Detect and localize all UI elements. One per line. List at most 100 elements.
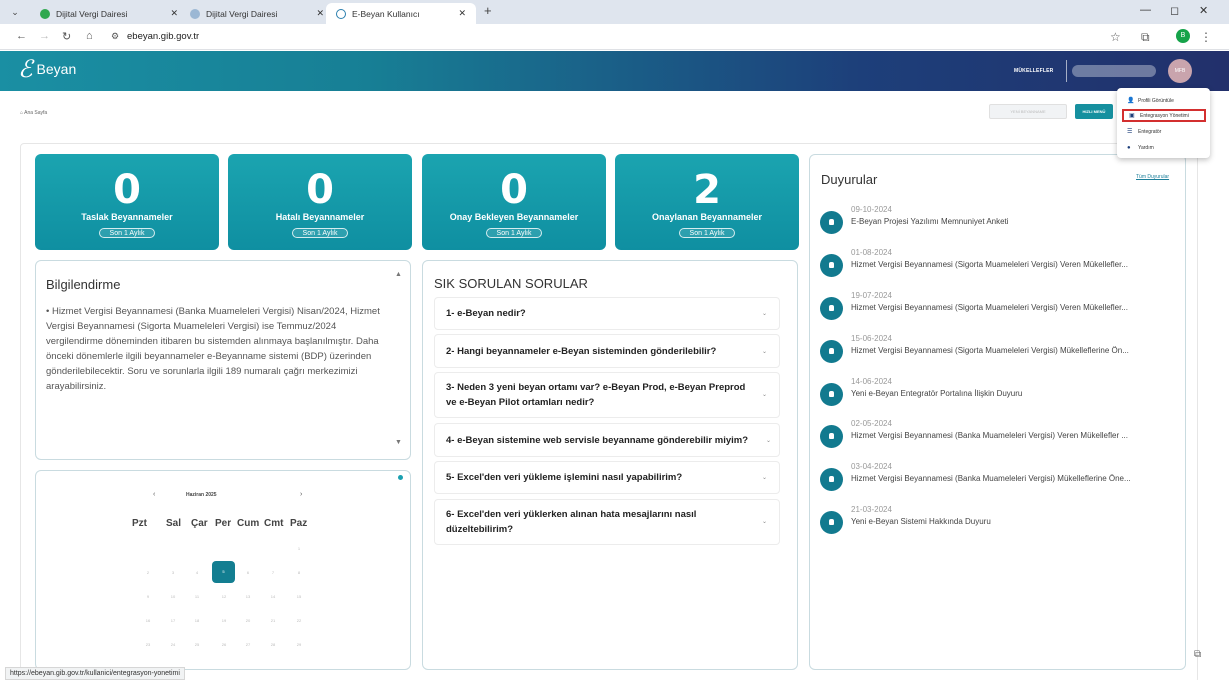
extensions-icon[interactable]: ⧉ bbox=[1141, 30, 1150, 45]
calendar-day[interactable]: 1 bbox=[292, 546, 306, 551]
user-avatar[interactable]: MFB bbox=[1168, 59, 1192, 83]
breadcrumb[interactable]: ⌂ Ana Sayfa bbox=[20, 110, 47, 116]
announcement-item[interactable]: 01-08-2024 Hizmet Vergisi Beyannamesi (S… bbox=[820, 248, 1170, 284]
close-tab-icon[interactable]: ✕ bbox=[458, 8, 466, 19]
calendar-day[interactable]: 29 bbox=[292, 642, 306, 647]
announcement-title[interactable]: Hizmet Vergisi Beyannamesi (Banka Muamel… bbox=[851, 431, 1128, 440]
announcement-item[interactable]: 14-06-2024 Yeni e-Beyan Entegratör Porta… bbox=[820, 377, 1170, 413]
announcement-item[interactable]: 19-07-2024 Hizmet Vergisi Beyannamesi (S… bbox=[820, 291, 1170, 327]
expand-chevron-icon[interactable]: ⌄ bbox=[762, 310, 767, 317]
announcement-title[interactable]: Yeni e-Beyan Entegratör Portalına İlişki… bbox=[851, 389, 1022, 398]
calendar-day[interactable]: 12 bbox=[217, 594, 231, 599]
browser-tab-3[interactable]: E-Beyan Kullanıcı ✕ bbox=[326, 3, 476, 24]
calendar-day[interactable]: 14 bbox=[266, 594, 280, 599]
stat-card-onay-bekleyen[interactable]: 0 Onay Bekleyen Beyannameler Son 1 Aylık bbox=[422, 154, 606, 250]
calendar-day[interactable]: 9 bbox=[141, 594, 155, 599]
site-info-icon[interactable]: ⚙ bbox=[111, 31, 119, 42]
announcement-item[interactable]: 02-05-2024 Hizmet Vergisi Beyannamesi (B… bbox=[820, 419, 1170, 455]
announcement-title[interactable]: Hizmet Vergisi Beyannamesi (Sigorta Muam… bbox=[851, 260, 1128, 269]
faq-item-6[interactable]: 6- Excel'den veri yüklerken alınan hata … bbox=[434, 499, 780, 545]
stat-card-taslak[interactable]: 0 Taslak Beyannameler Son 1 Aylık bbox=[35, 154, 219, 250]
calendar-day[interactable]: 7 bbox=[266, 570, 280, 575]
announcement-title[interactable]: Hizmet Vergisi Beyannamesi (Banka Muamel… bbox=[851, 474, 1131, 483]
calendar-day[interactable]: 28 bbox=[266, 642, 280, 647]
calendar-day[interactable]: 8 bbox=[292, 570, 306, 575]
announcement-item[interactable]: 21-03-2024 Yeni e-Beyan Sistemi Hakkında… bbox=[820, 505, 1170, 541]
close-tab-icon[interactable]: ✕ bbox=[316, 8, 324, 19]
announcement-item[interactable]: 09-10-2024 E-Beyan Projesi Yazılımı Memn… bbox=[820, 205, 1170, 241]
calendar-month[interactable]: Haziran 2025 bbox=[186, 492, 217, 498]
calendar-day[interactable]: 17 bbox=[166, 618, 180, 623]
browser-tab-2[interactable]: Dijital Vergi Dairesi ✕ bbox=[180, 3, 334, 24]
calendar-day[interactable]: 16 bbox=[141, 618, 155, 623]
url-field[interactable]: ebeyan.gib.gov.tr bbox=[127, 31, 199, 42]
back-icon[interactable]: ← bbox=[16, 30, 27, 42]
expand-chevron-icon[interactable]: ⌄ bbox=[762, 348, 767, 355]
screen-search-icon[interactable]: ⧉ bbox=[1194, 649, 1201, 660]
menu-item-integrator[interactable]: ☰ Entegratör bbox=[1122, 125, 1206, 138]
tab-search-dropdown-icon[interactable]: ⌄ bbox=[8, 5, 22, 19]
browser-profile-avatar[interactable]: B bbox=[1176, 29, 1190, 43]
calendar-day[interactable]: 13 bbox=[241, 594, 255, 599]
expand-chevron-icon[interactable]: ⌄ bbox=[762, 518, 767, 525]
calendar-day[interactable]: 3 bbox=[166, 570, 180, 575]
calendar-day[interactable]: 23 bbox=[141, 642, 155, 647]
ebeyan-logo[interactable]: ℰ Beyan bbox=[18, 57, 76, 81]
calendar-day[interactable]: 22 bbox=[292, 618, 306, 623]
faq-item-3[interactable]: 3- Neden 3 yeni beyan ortamı var? e-Beya… bbox=[434, 372, 780, 418]
calendar-day[interactable]: 10 bbox=[166, 594, 180, 599]
home-icon[interactable]: ⌂ bbox=[86, 30, 93, 42]
scroll-up-icon[interactable]: ▲ bbox=[395, 271, 402, 278]
faq-item-5[interactable]: 5- Excel'den veri yükleme işlemini nasıl… bbox=[434, 461, 780, 494]
calendar-day[interactable]: 20 bbox=[241, 618, 255, 623]
announcement-title[interactable]: Hizmet Vergisi Beyannamesi (Sigorta Muam… bbox=[851, 303, 1128, 312]
new-tab-icon[interactable]: + bbox=[484, 3, 492, 18]
minimize-icon[interactable]: — bbox=[1140, 4, 1151, 16]
expand-chevron-icon[interactable]: ⌄ bbox=[762, 474, 767, 481]
mukellefler-link[interactable]: MÜKELLEFLER bbox=[1014, 68, 1053, 74]
calendar-day[interactable]: 4 bbox=[190, 570, 204, 575]
calendar-today[interactable]: 5 bbox=[212, 561, 235, 583]
faq-item-1[interactable]: 1- e-Beyan nedir? ⌄ bbox=[434, 297, 780, 330]
menu-item-profile[interactable]: 👤 Profili Görüntüle bbox=[1122, 94, 1206, 107]
calendar-day[interactable]: 11 bbox=[190, 594, 204, 599]
calendar-prev-icon[interactable]: ‹ bbox=[153, 491, 155, 498]
calendar-next-icon[interactable]: › bbox=[300, 491, 302, 498]
announcement-item[interactable]: 03-04-2024 Hizmet Vergisi Beyannamesi (B… bbox=[820, 462, 1170, 498]
scroll-down-icon[interactable]: ▼ bbox=[395, 439, 402, 446]
expand-chevron-icon[interactable]: ⌄ bbox=[762, 391, 767, 398]
browser-menu-icon[interactable]: ⋮ bbox=[1200, 30, 1212, 44]
faq-item-4[interactable]: 4- e-Beyan sistemine web servisle beyann… bbox=[434, 423, 780, 457]
calendar-day[interactable]: 21 bbox=[266, 618, 280, 623]
restore-icon[interactable]: ◻ bbox=[1170, 4, 1179, 17]
stat-card-hatali[interactable]: 0 Hatalı Beyannameler Son 1 Aylık bbox=[228, 154, 412, 250]
announcement-item[interactable]: 15-06-2024 Hizmet Vergisi Beyannamesi (S… bbox=[820, 334, 1170, 370]
close-tab-icon[interactable]: ✕ bbox=[170, 8, 178, 19]
announcement-title[interactable]: Yeni e-Beyan Sistemi Hakkında Duyuru bbox=[851, 517, 991, 526]
calendar-day[interactable]: 15 bbox=[292, 594, 306, 599]
calendar-day[interactable]: 26 bbox=[217, 642, 231, 647]
menu-item-help[interactable]: ● Yardım bbox=[1122, 141, 1206, 154]
calendar-day[interactable]: 18 bbox=[190, 618, 204, 623]
calendar-day[interactable]: 19 bbox=[217, 618, 231, 623]
stat-card-onaylanan[interactable]: 2 Onaylanan Beyannameler Son 1 Aylık bbox=[615, 154, 799, 250]
faq-item-2[interactable]: 2- Hangi beyannameler e-Beyan sisteminde… bbox=[434, 334, 780, 368]
new-declaration-button[interactable]: YENİ BEYANNAME bbox=[989, 104, 1067, 119]
calendar-day[interactable]: 24 bbox=[166, 642, 180, 647]
calendar-day[interactable]: 6 bbox=[241, 570, 255, 575]
quick-menu-button[interactable]: HIZLI MENÜ bbox=[1075, 104, 1113, 119]
announcement-title[interactable]: Hizmet Vergisi Beyannamesi (Sigorta Muam… bbox=[851, 346, 1129, 355]
browser-tab-1[interactable]: Dijital Vergi Dairesi ✕ bbox=[30, 3, 188, 24]
all-announcements-link[interactable]: Tüm Duyurular bbox=[1136, 174, 1169, 180]
menu-item-integration[interactable]: ▣ Entegrasyon Yönetimi bbox=[1122, 109, 1206, 122]
close-window-icon[interactable]: ✕ bbox=[1199, 4, 1208, 17]
announcement-title[interactable]: E-Beyan Projesi Yazılımı Memnuniyet Anke… bbox=[851, 217, 1009, 226]
reload-icon[interactable]: ↻ bbox=[62, 30, 71, 43]
expand-chevron-icon[interactable]: ⌄ bbox=[766, 437, 771, 444]
calendar-day[interactable]: 27 bbox=[241, 642, 255, 647]
forward-icon[interactable]: → bbox=[39, 30, 50, 42]
bookmark-star-icon[interactable]: ☆ bbox=[1110, 30, 1121, 44]
breadcrumb-home[interactable]: Ana Sayfa bbox=[24, 110, 47, 116]
calendar-day[interactable]: 2 bbox=[141, 570, 155, 575]
calendar-day[interactable]: 25 bbox=[190, 642, 204, 647]
